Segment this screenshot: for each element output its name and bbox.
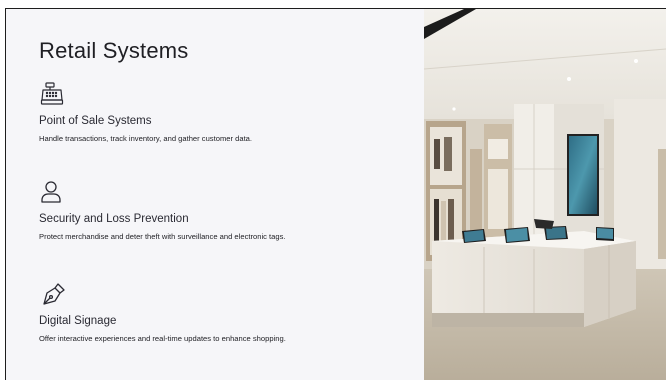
pen-nib-icon [39, 281, 65, 307]
feature-security: Security and Loss Prevention Protect mer… [39, 179, 409, 241]
feature-point-of-sale: Point of Sale Systems Handle transaction… [39, 81, 409, 143]
content-panel: Retail Systems Point of Sale Systems Han… [6, 9, 424, 380]
feature-digital-signage: Digital Signage Offer interactive experi… [39, 281, 409, 343]
feature-description: Handle transactions, track inventory, an… [39, 134, 253, 143]
feature-title: Security and Loss Prevention [39, 213, 189, 225]
store-interior-photo [424, 9, 666, 380]
feature-title: Point of Sale Systems [39, 115, 152, 127]
person-icon [39, 179, 65, 205]
cash-register-icon [39, 81, 65, 107]
slide-title: Retail Systems [39, 38, 189, 63]
feature-description: Offer interactive experiences and real-t… [39, 334, 286, 343]
slide: Retail Systems Point of Sale Systems Han… [5, 8, 666, 380]
feature-title: Digital Signage [39, 315, 117, 327]
feature-description: Protect merchandise and deter theft with… [39, 232, 286, 241]
